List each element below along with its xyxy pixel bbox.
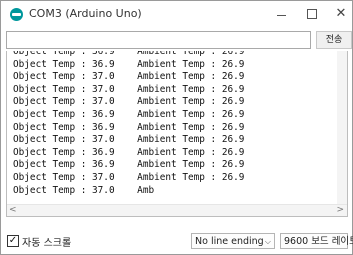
output-line: Object Temp : 36.9 Ambient Temp : 26.9 [13,58,245,70]
autoscroll-label: 자동 스크롤 [22,238,72,249]
horizontal-scrollbar[interactable]: < > [7,204,347,216]
output-line: Object Temp : 36.9 Ambient Temp : 26.9 [13,51,245,57]
close-icon: ✕ [335,6,347,21]
send-input[interactable] [6,31,311,49]
output-line: Object Temp : 36.9 Ambient Temp : 26.9 [13,108,245,120]
output-line: Object Temp : 36.9 Ambient Temp : 26.9 [13,121,245,133]
output-line: Object Temp : 36.9 Ambient Temp : 26.9 [13,159,245,171]
chevron-down-icon: ⌵ [264,237,271,246]
output-line: Object Temp : 37.0 Ambient Temp : 26.9 [13,96,245,108]
title-bar[interactable]: COM3 (Arduino Uno) ✕ [1,1,352,29]
output-line: Object Temp : 37.0 Amb [13,184,155,196]
output-line: Object Temp : 37.0 Ambient Temp : 26.9 [13,71,245,83]
baud-rate-select[interactable]: 9600 보드 레이트 [280,233,353,249]
serial-output[interactable]: Object Temp : 36.9 Ambient Temp : 26.9 Ob… [6,51,348,217]
serial-monitor-window: COM3 (Arduino Uno) ✕ 전송 Object Temp : 36… [0,0,353,255]
send-button[interactable]: 전송 [316,31,352,49]
output-line: Object Temp : 37.0 Ambient Temp : 26.9 [13,83,245,95]
minimize-button[interactable] [267,4,295,24]
minimize-icon [277,15,286,16]
maximize-icon [307,9,317,19]
output-line: Object Temp : 37.0 Ambient Temp : 26.9 [13,171,245,183]
autoscroll-checkbox[interactable]: ✓ [7,235,19,247]
output-lines: Object Temp : 36.9 Ambient Temp : 26.9 Ob… [13,51,333,197]
line-ending-select[interactable]: No line ending ⌵ [191,233,275,249]
output-line: Object Temp : 37.0 Ambient Temp : 26.9 [13,134,245,146]
status-bar: ✓ 자동 스크롤 No line ending ⌵ 9600 보드 레이트 [1,229,353,255]
maximize-button[interactable] [298,4,326,24]
close-button[interactable]: ✕ [327,4,353,24]
send-row: 전송 [6,31,352,49]
output-line: Object Temp : 36.9 Ambient Temp : 26.9 [13,146,245,158]
window-title: COM3 (Arduino Uno) [29,7,142,20]
vertical-scrollbar[interactable] [337,51,347,205]
baud-rate-value: 9600 보드 레이트 [284,236,353,247]
scroll-left-icon[interactable]: < [9,204,17,216]
arduino-icon [10,8,23,21]
scroll-right-icon[interactable]: > [336,204,344,216]
line-ending-value: No line ending [195,236,264,247]
